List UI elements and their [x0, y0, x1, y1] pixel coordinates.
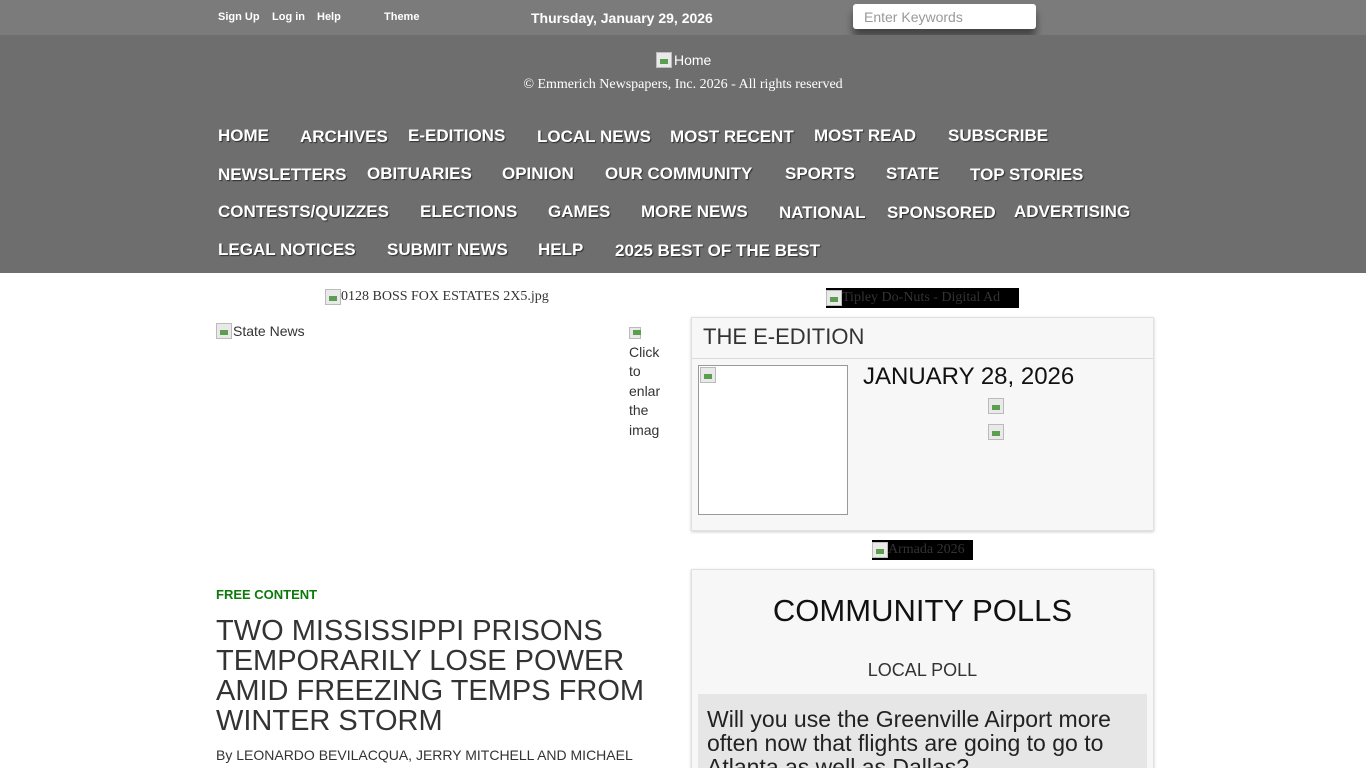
broken-image-icon	[826, 290, 842, 306]
logo-alt-text: Home	[674, 52, 712, 68]
nav-newsletters[interactable]: NEWSLETTERS	[218, 165, 346, 185]
nav-legal-notices[interactable]: LEGAL NOTICES	[218, 240, 356, 260]
ad-alt-text: Tipley Do-Nuts - Digital Ad	[842, 290, 1001, 305]
e-edition-date[interactable]: JANUARY 28, 2026	[863, 363, 1074, 391]
nav-sports[interactable]: SPORTS	[785, 164, 855, 184]
e-edition-thumbnail[interactable]	[698, 365, 848, 515]
broken-image-icon	[216, 323, 232, 339]
nav-contests-quizzes[interactable]: CONTESTS/QUIZZES	[218, 202, 389, 222]
nav-obituaries[interactable]: OBITUARIES	[367, 164, 472, 184]
nav-opinion[interactable]: OPINION	[502, 164, 574, 184]
poll-question: Will you use the Greenville Airport more…	[707, 706, 1111, 768]
enlarge-alt-text: Click to enlarge the image	[629, 343, 660, 438]
broken-image-icon	[656, 52, 672, 68]
polls-title: COMMUNITY POLLS	[772, 593, 1073, 628]
broken-image-icon	[872, 542, 888, 558]
search-input[interactable]	[853, 4, 1036, 29]
nav-local-news[interactable]: LOCAL NEWS	[537, 127, 651, 147]
ad-alt-text: 0128 BOSS FOX ESTATES 2X5.jpg	[341, 289, 549, 304]
armada-ad[interactable]: Armada 2026	[872, 540, 973, 560]
nav-elections[interactable]: ELECTIONS	[420, 202, 517, 222]
nav-advertising[interactable]: ADVERTISING	[1014, 202, 1130, 222]
nav-most-recent[interactable]: MOST RECENT	[670, 127, 794, 147]
enlarge-image-link[interactable]: Click to enlarge the image	[629, 323, 660, 441]
copyright-text: © Emmerich Newspapers, Inc. 2026 - All r…	[523, 77, 843, 92]
article-image-alt: State News	[233, 323, 305, 339]
nav-archives[interactable]: ARCHIVES	[300, 127, 388, 147]
broken-image-icon	[700, 367, 716, 383]
nav-our-community[interactable]: OUR COMMUNITY	[605, 164, 752, 184]
masthead: Home © Emmerich Newspapers, Inc. 2026 - …	[0, 35, 1366, 273]
log-in-link[interactable]: Log in	[272, 11, 305, 23]
polls-subtitle: LOCAL POLL	[867, 660, 978, 680]
nav-more-news[interactable]: MORE NEWS	[641, 202, 748, 222]
nav-home[interactable]: HOME	[218, 126, 269, 146]
byline-authors[interactable]: LEONARDO BEVILACQUA, JERRY MITCHELL AND …	[236, 747, 633, 763]
nav-submit-news[interactable]: SUBMIT NEWS	[387, 240, 508, 260]
article-image[interactable]: State News	[216, 323, 305, 339]
e-edition-title: THE E-EDITION	[703, 324, 865, 349]
free-content-label: FREE CONTENT	[216, 587, 318, 602]
boss-fox-estates-ad[interactable]: 0128 BOSS FOX ESTATES 2X5.jpg	[325, 289, 549, 305]
e-edition-icon[interactable]	[988, 398, 1004, 414]
help-link[interactable]: Help	[317, 11, 341, 23]
nav-games[interactable]: GAMES	[548, 202, 610, 222]
current-date: Thursday, January 29, 2026	[531, 10, 713, 26]
sign-up-link[interactable]: Sign Up	[218, 11, 260, 23]
nav-e-editions[interactable]: E-EDITIONS	[408, 126, 505, 146]
theme-link[interactable]: Theme	[384, 11, 419, 23]
nav-top-stories[interactable]: TOP STORIES	[970, 165, 1083, 185]
article-byline: By LEONARDO BEVILACQUA, JERRY MITCHELL A…	[216, 747, 633, 763]
nav-best-of-the-best[interactable]: 2025 BEST OF THE BEST	[615, 241, 820, 261]
nav-sponsored[interactable]: SPONSORED	[887, 203, 996, 223]
article-headline[interactable]: Two Mississippi prisons temporarily lose…	[216, 616, 676, 736]
ad-alt-text: Armada 2026	[888, 542, 965, 557]
divider	[692, 358, 1153, 359]
tipley-donuts-ad[interactable]: Tipley Do-Nuts - Digital Ad	[826, 288, 1019, 308]
nav-subscribe[interactable]: SUBSCRIBE	[948, 126, 1048, 146]
nav-help[interactable]: HELP	[538, 240, 583, 260]
top-utility-bar: Sign Up Log in Help Theme Thursday, Janu…	[0, 0, 1366, 35]
nav-most-read[interactable]: MOST READ	[814, 126, 916, 146]
nav-state[interactable]: STATE	[886, 164, 939, 184]
broken-image-icon	[325, 289, 341, 305]
community-polls-panel: COMMUNITY POLLS LOCAL POLL Will you use …	[691, 569, 1154, 768]
poll-question-box: Will you use the Greenville Airport more…	[698, 694, 1147, 768]
e-edition-panel: THE E-EDITION JANUARY 28, 2026	[691, 317, 1154, 531]
broken-image-icon	[629, 327, 641, 340]
e-edition-icon[interactable]	[988, 424, 1004, 440]
byline-prefix: By	[216, 747, 233, 763]
nav-national[interactable]: NATIONAL	[779, 203, 866, 223]
home-logo-link[interactable]: Home	[656, 52, 711, 68]
